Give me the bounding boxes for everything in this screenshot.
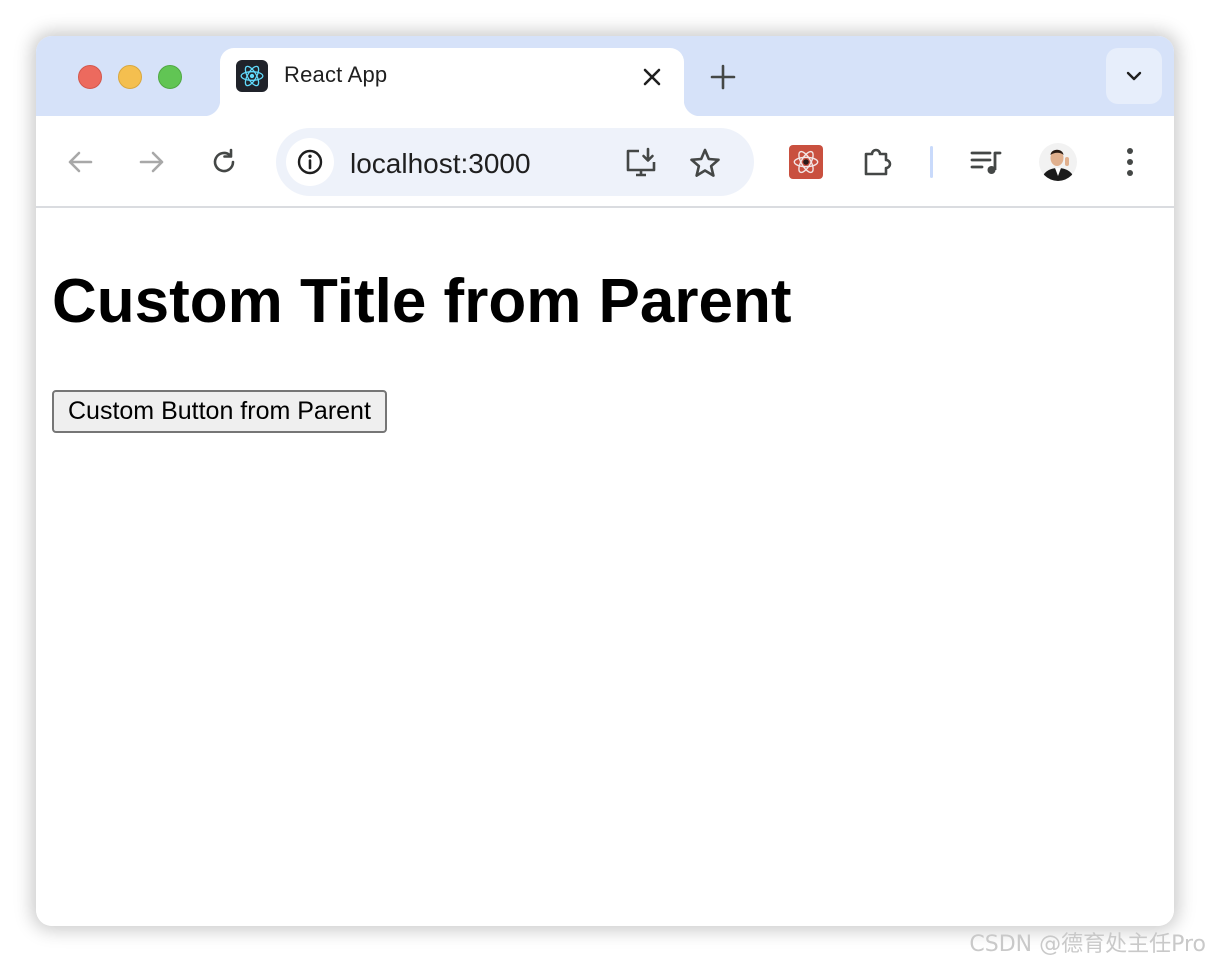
chevron-down-icon	[1126, 71, 1142, 81]
custom-button[interactable]: Custom Button from Parent	[52, 390, 387, 433]
arrow-right-icon[interactable]	[136, 146, 168, 178]
close-window-button[interactable]	[78, 65, 102, 89]
maximize-window-button[interactable]	[158, 65, 182, 89]
star-icon[interactable]	[688, 146, 722, 180]
arrow-left-icon[interactable]	[64, 146, 96, 178]
tab-strip: React App	[36, 36, 1174, 118]
install-app-icon[interactable]	[624, 146, 658, 180]
extension-badge	[789, 145, 823, 179]
minimize-window-button[interactable]	[118, 65, 142, 89]
react-logo-icon	[236, 60, 268, 92]
url-text[interactable]: localhost:3000	[350, 148, 531, 180]
address-bar[interactable]: localhost:3000	[276, 128, 754, 196]
browser-window: React App localhost:3000 Custom Title fr…	[36, 36, 1174, 926]
react-devtools-icon[interactable]	[786, 142, 826, 182]
page-title: Custom Title from Parent	[52, 267, 792, 336]
tab-title: React App	[284, 62, 388, 87]
new-tab-icon[interactable]	[710, 64, 736, 90]
close-tab-icon[interactable]	[640, 65, 664, 89]
page-content: Custom Title from Parent Custom Button f…	[36, 210, 1174, 926]
toolbar-divider	[930, 146, 933, 178]
browser-toolbar: localhost:3000	[36, 116, 1174, 208]
tab-search-button[interactable]	[1106, 48, 1162, 104]
tab-react-app[interactable]: React App	[204, 48, 700, 118]
media-queue-icon[interactable]	[966, 142, 1006, 182]
avatar[interactable]	[1038, 142, 1078, 182]
info-icon[interactable]	[286, 138, 334, 186]
watermark-text: CSDN @德育处主任Pro	[969, 932, 1206, 957]
puzzle-icon[interactable]	[858, 142, 898, 182]
reload-icon[interactable]	[208, 146, 240, 178]
kebab-menu-icon[interactable]	[1110, 142, 1150, 182]
